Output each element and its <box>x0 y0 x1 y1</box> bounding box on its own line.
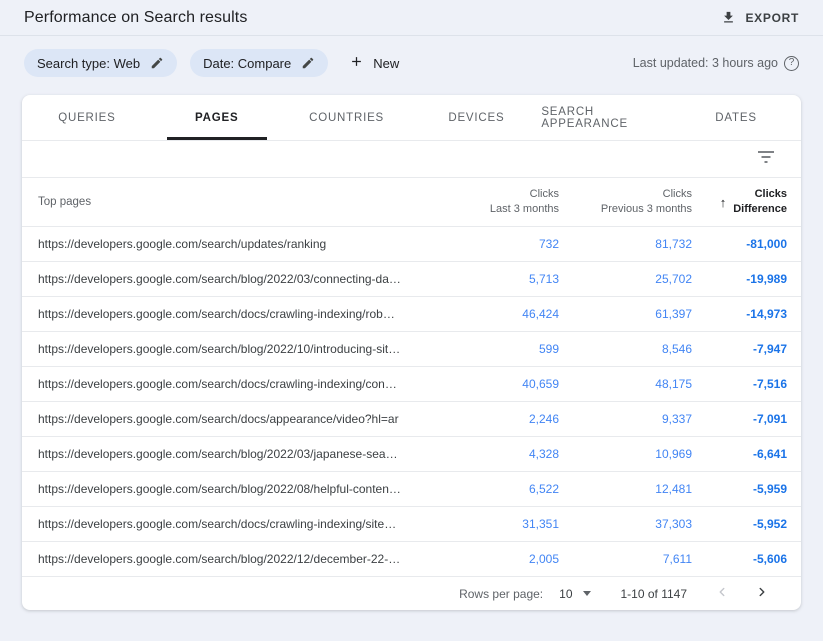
new-filter-button[interactable]: New <box>349 54 399 72</box>
tab-pages[interactable]: PAGES <box>152 95 282 140</box>
report-card: QUERIES PAGES COUNTRIES DEVICES SEARCH A… <box>22 95 801 610</box>
clicks-last-value: 2,246 <box>413 412 559 426</box>
rows-per-page-select[interactable]: 10 <box>559 587 590 601</box>
dimension-tabs: QUERIES PAGES COUNTRIES DEVICES SEARCH A… <box>22 95 801 140</box>
column-header-clicks-last[interactable]: Clicks Last 3 months <box>413 187 559 217</box>
clicks-last-value: 599 <box>413 342 559 356</box>
table-row[interactable]: https://developers.google.com/search/doc… <box>22 366 801 401</box>
filter-chip-search-type[interactable]: Search type: Web <box>24 49 177 77</box>
table-row[interactable]: https://developers.google.com/search/doc… <box>22 401 801 436</box>
sort-ascending-icon: ↑ <box>720 195 727 210</box>
clicks-difference-value: -14,973 <box>692 307 787 321</box>
table-row[interactable]: https://developers.google.com/search/blo… <box>22 331 801 366</box>
filter-rows-icon[interactable] <box>757 150 775 169</box>
tab-search-appearance[interactable]: SEARCH APPEARANCE <box>541 95 671 140</box>
clicks-previous-value: 81,732 <box>559 237 692 251</box>
pagination-range: 1-10 of 1147 <box>621 587 688 601</box>
download-icon <box>721 10 736 25</box>
filter-bar: Search type: Web Date: Compare New Last … <box>0 36 823 90</box>
clicks-previous-value: 10,969 <box>559 447 692 461</box>
table-header-row: Top pages Clicks Last 3 months Clicks Pr… <box>22 178 801 226</box>
clicks-previous-value: 25,702 <box>559 272 692 286</box>
tab-devices[interactable]: DEVICES <box>411 95 541 140</box>
clicks-difference-value: -7,091 <box>692 412 787 426</box>
filter-chip-label: Date: Compare <box>203 56 291 71</box>
help-icon[interactable]: ? <box>784 56 799 71</box>
clicks-last-value: 5,713 <box>413 272 559 286</box>
title-bar: Performance on Search results EXPORT <box>0 0 823 36</box>
clicks-difference-value: -5,952 <box>692 517 787 531</box>
filter-chip-label: Search type: Web <box>37 56 140 71</box>
chevron-right-icon <box>755 585 769 602</box>
clicks-difference-value: -6,641 <box>692 447 787 461</box>
last-updated: Last updated: 3 hours ago ? <box>633 56 799 71</box>
clicks-previous-value: 48,175 <box>559 377 692 391</box>
tab-queries[interactable]: QUERIES <box>22 95 152 140</box>
tab-dates[interactable]: DATES <box>671 95 801 140</box>
chevron-left-icon <box>715 585 729 602</box>
pencil-icon[interactable] <box>150 56 164 70</box>
tab-countries[interactable]: COUNTRIES <box>282 95 412 140</box>
clicks-previous-value: 9,337 <box>559 412 692 426</box>
page-url: https://developers.google.com/search/blo… <box>38 552 413 566</box>
previous-page-button[interactable] <box>713 583 731 604</box>
chevron-down-icon <box>583 591 591 596</box>
clicks-last-value: 46,424 <box>413 307 559 321</box>
clicks-last-value: 732 <box>413 237 559 251</box>
clicks-previous-value: 7,611 <box>559 552 692 566</box>
clicks-last-value: 4,328 <box>413 447 559 461</box>
table-row[interactable]: https://developers.google.com/search/doc… <box>22 296 801 331</box>
clicks-difference-value: -7,516 <box>692 377 787 391</box>
clicks-previous-value: 12,481 <box>559 482 692 496</box>
clicks-last-value: 6,522 <box>413 482 559 496</box>
last-updated-text: Last updated: 3 hours ago <box>633 56 778 70</box>
export-label: EXPORT <box>745 11 799 25</box>
page-url: https://developers.google.com/search/blo… <box>38 447 413 461</box>
page-url: https://developers.google.com/search/upd… <box>38 237 413 251</box>
new-filter-label: New <box>373 56 399 71</box>
clicks-previous-value: 8,546 <box>559 342 692 356</box>
page-url: https://developers.google.com/search/doc… <box>38 517 413 531</box>
table-row[interactable]: https://developers.google.com/search/blo… <box>22 261 801 296</box>
page-url: https://developers.google.com/search/doc… <box>38 412 413 426</box>
table-row[interactable]: https://developers.google.com/search/upd… <box>22 226 801 261</box>
page-url: https://developers.google.com/search/doc… <box>38 377 413 391</box>
rows-per-page-value: 10 <box>559 587 572 601</box>
clicks-difference-value: -19,989 <box>692 272 787 286</box>
clicks-difference-value: -81,000 <box>692 237 787 251</box>
clicks-last-value: 31,351 <box>413 517 559 531</box>
column-header-top-pages: Top pages <box>38 196 413 208</box>
pencil-icon[interactable] <box>301 56 315 70</box>
export-button[interactable]: EXPORT <box>721 10 799 25</box>
page-url: https://developers.google.com/search/doc… <box>38 307 413 321</box>
filter-chip-date[interactable]: Date: Compare <box>190 49 328 77</box>
next-page-button[interactable] <box>753 583 771 604</box>
clicks-last-value: 2,005 <box>413 552 559 566</box>
page-url: https://developers.google.com/search/blo… <box>38 482 413 496</box>
table-row[interactable]: https://developers.google.com/search/doc… <box>22 506 801 541</box>
column-header-clicks-difference[interactable]: ↑ Clicks Difference <box>692 187 787 217</box>
clicks-previous-value: 37,303 <box>559 517 692 531</box>
clicks-last-value: 40,659 <box>413 377 559 391</box>
table-toolbar <box>22 141 801 177</box>
table-row[interactable]: https://developers.google.com/search/blo… <box>22 436 801 471</box>
clicks-difference-value: -7,947 <box>692 342 787 356</box>
page-url: https://developers.google.com/search/blo… <box>38 272 413 286</box>
column-header-clicks-previous[interactable]: Clicks Previous 3 months <box>559 187 692 217</box>
table-row[interactable]: https://developers.google.com/search/blo… <box>22 541 801 576</box>
plus-icon <box>349 54 364 72</box>
table-pagination: Rows per page: 10 1-10 of 1147 <box>22 576 801 610</box>
page-title: Performance on Search results <box>24 9 247 27</box>
clicks-previous-value: 61,397 <box>559 307 692 321</box>
table-row[interactable]: https://developers.google.com/search/blo… <box>22 471 801 506</box>
clicks-difference-value: -5,959 <box>692 482 787 496</box>
clicks-difference-value: -5,606 <box>692 552 787 566</box>
page-url: https://developers.google.com/search/blo… <box>38 342 413 356</box>
rows-per-page-label: Rows per page: <box>459 587 543 601</box>
